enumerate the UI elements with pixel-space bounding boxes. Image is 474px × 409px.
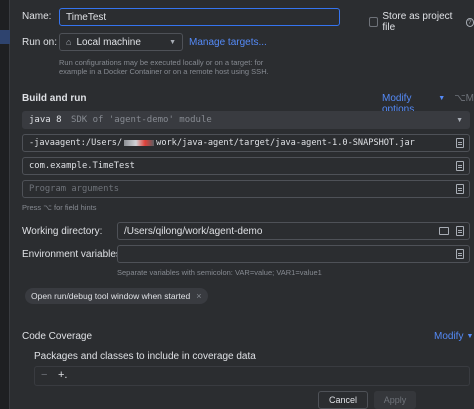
name-value: TimeTest <box>66 11 107 23</box>
store-project-file-checkbox[interactable]: Store as project file ? <box>369 11 474 33</box>
program-arguments-placeholder: Program arguments <box>29 184 120 194</box>
run-on-hint-line2: example in a Docker Container or on a re… <box>59 67 269 76</box>
store-checkbox-box[interactable] <box>369 17 379 27</box>
left-sidebar <box>0 0 10 409</box>
jdk-description: SDK of 'agent-demo' module <box>70 115 212 125</box>
help-icon[interactable]: ? <box>465 17 474 27</box>
folder-icon[interactable] <box>439 227 449 235</box>
vm-options-value-tail: work/java-agent/target/java-agent-1.0-SN… <box>156 138 415 148</box>
coverage-modify-button[interactable]: Modify ▼ <box>434 331 473 342</box>
working-directory-input[interactable]: /Users/qilong/work/agent-demo <box>117 222 470 240</box>
environment-variables-input[interactable] <box>117 245 470 263</box>
vm-options-value: -javaagent:/Users/ <box>29 138 123 148</box>
name-input[interactable]: TimeTest <box>59 8 340 26</box>
close-icon[interactable]: × <box>196 291 201 301</box>
sidebar-selected-item[interactable] <box>0 30 10 44</box>
coverage-packages-list[interactable]: − +. <box>34 366 470 386</box>
name-label: Name: <box>22 11 52 22</box>
environment-variables-hint: Separate variables with semicolon: VAR=v… <box>117 268 322 277</box>
jdk-dropdown[interactable]: java 8 SDK of 'agent-demo' module ▼ <box>22 111 470 129</box>
main-class-input[interactable]: com.example.TimeTest <box>22 157 470 175</box>
coverage-modify-chevron-icon: ▼ <box>466 333 474 340</box>
coverage-packages-label: Packages and classes to include in cover… <box>34 351 256 362</box>
open-tool-window-chip[interactable]: Open run/debug tool window when started … <box>25 288 208 304</box>
redacted-path-mark <box>124 140 155 146</box>
chevron-down-icon: ▼ <box>169 38 176 46</box>
house-icon: ⌂ <box>66 37 72 47</box>
working-directory-value: /Users/qilong/work/agent-demo <box>124 225 263 237</box>
vm-options-input[interactable]: -javaagent:/Users/ work/java-agent/targe… <box>22 134 470 152</box>
environment-variables-label: Environment variables: <box>22 249 124 260</box>
coverage-modify-label: Modify <box>434 331 464 342</box>
browse-class-icon[interactable] <box>456 161 464 171</box>
run-on-value: Local machine <box>76 36 141 48</box>
working-directory-label: Working directory: <box>22 226 103 237</box>
add-icon[interactable]: +. <box>58 369 67 381</box>
expand-field-icon[interactable] <box>456 138 464 148</box>
chip-label: Open run/debug tool window when started <box>31 291 191 301</box>
program-arguments-input[interactable]: Program arguments <box>22 180 470 198</box>
main-class-value: com.example.TimeTest <box>29 161 135 171</box>
remove-icon[interactable]: − <box>41 369 47 381</box>
build-and-run-title: Build and run <box>22 93 87 104</box>
edit-variables-icon[interactable] <box>456 249 464 259</box>
manage-targets-link[interactable]: Manage targets... <box>189 37 267 48</box>
run-on-dropdown[interactable]: ⌂ Local machine ▼ <box>59 33 183 51</box>
code-coverage-title: Code Coverage <box>22 331 93 342</box>
macro-icon[interactable] <box>456 226 464 236</box>
expand-field-icon[interactable] <box>456 184 464 194</box>
apply-button[interactable]: Apply <box>374 391 416 409</box>
chevron-down-icon: ▼ <box>456 116 463 124</box>
run-on-label: Run on: <box>22 37 58 48</box>
cancel-button[interactable]: Cancel <box>318 391 368 409</box>
jdk-name: java 8 <box>29 115 62 125</box>
field-hints-text: Press ⌥ for field hints <box>22 203 97 212</box>
store-checkbox-label: Store as project file <box>382 11 453 33</box>
